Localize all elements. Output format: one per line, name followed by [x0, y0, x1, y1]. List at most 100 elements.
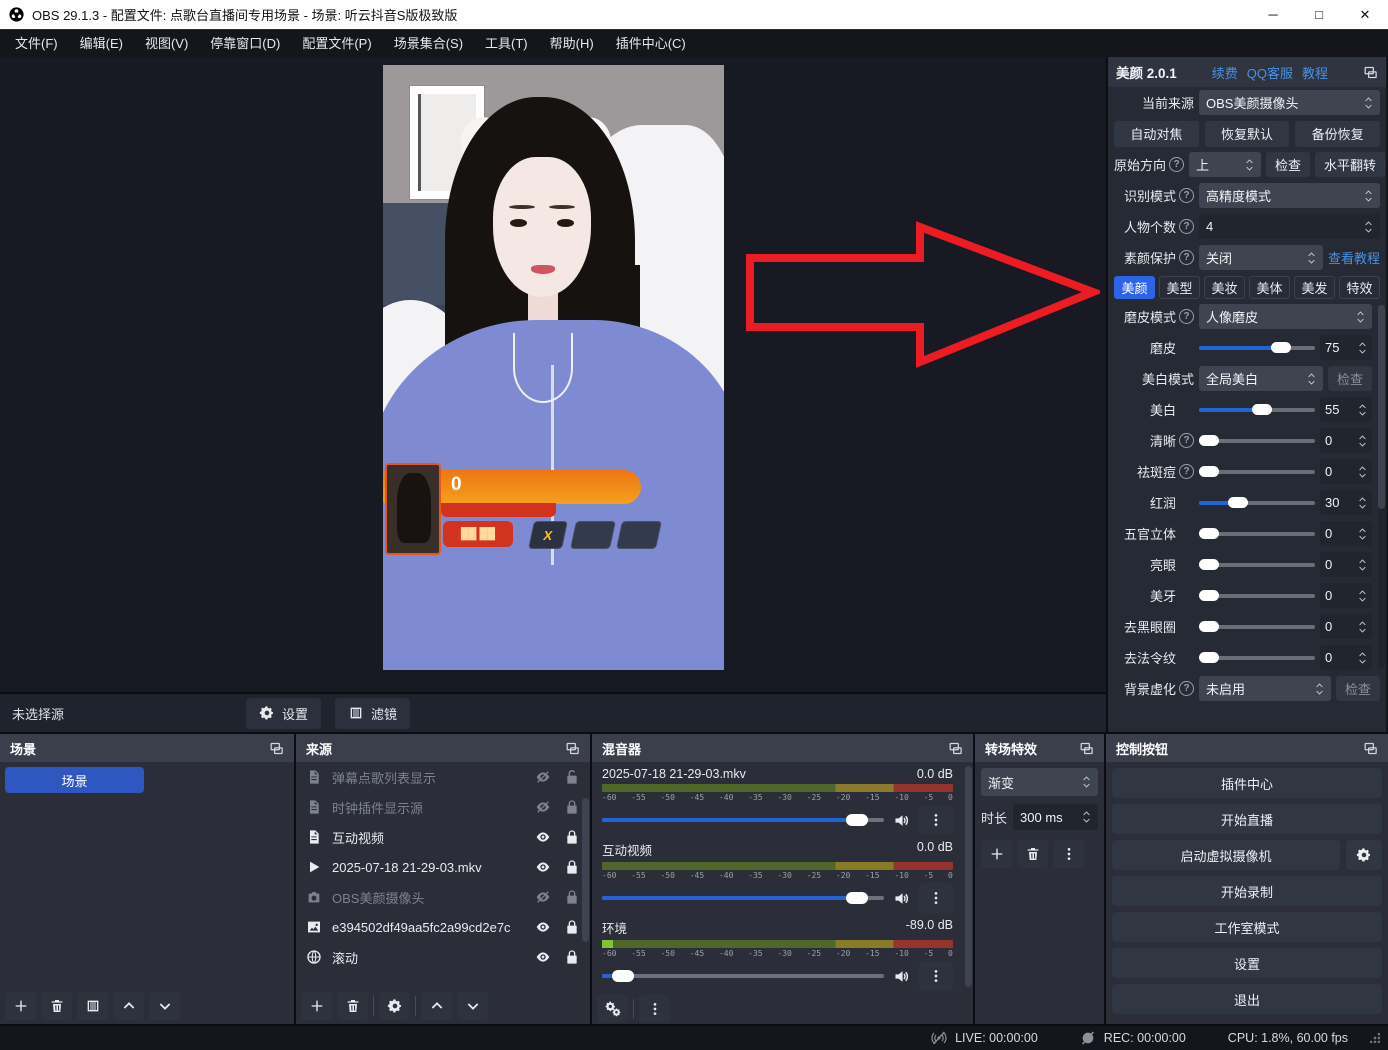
help-icon[interactable]: ?	[1179, 250, 1194, 265]
minimize-button[interactable]: ─	[1250, 0, 1296, 29]
slider-value[interactable]: 55	[1320, 397, 1372, 422]
rosy-slider[interactable]	[1199, 501, 1315, 505]
popout-icon[interactable]	[1363, 741, 1378, 756]
smooth-mode-dropdown[interactable]: 人像磨皮	[1199, 304, 1372, 329]
scene-list-item[interactable]: 场景	[5, 767, 144, 793]
maximize-button[interactable]: □	[1296, 0, 1342, 29]
bokeh-dropdown[interactable]: 未启用	[1199, 676, 1331, 701]
duration-spinbox[interactable]: 300 ms	[1013, 804, 1098, 830]
eye-icon[interactable]	[535, 919, 551, 935]
volume-slider[interactable]	[602, 818, 884, 822]
eye-icon[interactable]	[535, 949, 551, 965]
slider-value[interactable]: 0	[1320, 521, 1372, 546]
popout-icon[interactable]	[1079, 741, 1094, 756]
tab-makeup[interactable]: 美妆	[1204, 276, 1245, 299]
lock-icon[interactable]	[564, 829, 580, 845]
slider-value[interactable]: 30	[1320, 490, 1372, 515]
tab-reshape[interactable]: 美型	[1159, 276, 1200, 299]
slider-value[interactable]: 0	[1320, 428, 1372, 453]
beauty-scrollbar[interactable]	[1378, 305, 1385, 669]
clarity-slider[interactable]	[1199, 439, 1315, 443]
source-filters-button[interactable]: 滤镜	[335, 698, 410, 729]
slider-value[interactable]: 0	[1320, 552, 1372, 577]
slider-value[interactable]: 0	[1320, 614, 1372, 639]
help-icon[interactable]: ?	[1179, 681, 1194, 696]
tab-hair[interactable]: 美发	[1294, 276, 1335, 299]
add-source-button[interactable]	[301, 992, 332, 1020]
start-recording-button[interactable]: 开始录制	[1112, 876, 1382, 906]
scene-up-button[interactable]	[113, 992, 144, 1020]
menu-scene-collection[interactable]: 场景集合(S)	[383, 30, 474, 57]
lock-icon[interactable]	[564, 889, 580, 905]
slider-value[interactable]: 0	[1320, 459, 1372, 484]
bokeh-check-button[interactable]: 检查	[1336, 676, 1380, 701]
eye-slash-icon[interactable]	[535, 769, 551, 785]
lock-icon[interactable]	[564, 799, 580, 815]
scene-down-button[interactable]	[149, 992, 180, 1020]
slider-value[interactable]: 0	[1320, 583, 1372, 608]
remove-source-button[interactable]	[337, 992, 368, 1020]
speaker-icon[interactable]	[893, 890, 910, 907]
dark-circle-slider[interactable]	[1199, 625, 1315, 629]
menu-help[interactable]: 帮助(H)	[539, 30, 605, 57]
eye-slash-icon[interactable]	[535, 799, 551, 815]
source-up-button[interactable]	[421, 992, 452, 1020]
current-source-dropdown[interactable]: OBS美颜摄像头	[1199, 90, 1380, 115]
view-tutorial-link[interactable]: 查看教程	[1328, 248, 1380, 267]
source-row[interactable]: 互动视频	[296, 822, 590, 852]
orientation-check-button[interactable]: 检查	[1266, 152, 1310, 177]
whiten-mode-dropdown[interactable]: 全局美白	[1199, 366, 1323, 391]
transition-menu-button[interactable]	[1053, 840, 1084, 868]
help-icon[interactable]: ?	[1179, 464, 1194, 479]
horizontal-flip-button[interactable]: 水平翻转	[1315, 152, 1385, 177]
popout-icon[interactable]	[1363, 65, 1378, 80]
menu-docks[interactable]: 停靠窗口(D)	[199, 30, 291, 57]
start-virtual-camera-button[interactable]: 启动虚拟摄像机	[1112, 840, 1340, 870]
preview-canvas[interactable]: 0 ██ ██ X	[0, 57, 1106, 692]
blemish-slider[interactable]	[1199, 470, 1315, 474]
close-button[interactable]: ✕	[1342, 0, 1388, 29]
smooth-slider[interactable]	[1199, 346, 1315, 350]
source-properties-button[interactable]	[379, 992, 410, 1020]
help-icon[interactable]: ?	[1179, 219, 1194, 234]
source-row[interactable]: 2025-07-18 21-29-03.mkv	[296, 852, 590, 882]
resize-grip[interactable]	[1370, 1033, 1380, 1043]
makeup-protect-dropdown[interactable]: 关闭	[1199, 245, 1323, 270]
restore-default-button[interactable]: 恢复默认	[1205, 121, 1290, 147]
help-icon[interactable]: ?	[1169, 157, 1184, 172]
source-down-button[interactable]	[457, 992, 488, 1020]
tab-body[interactable]: 美体	[1249, 276, 1290, 299]
eye-icon[interactable]	[535, 829, 551, 845]
contour-slider[interactable]	[1199, 532, 1315, 536]
recognition-mode-dropdown[interactable]: 高精度模式	[1199, 183, 1380, 208]
menu-view[interactable]: 视图(V)	[134, 30, 199, 57]
nasolabial-slider[interactable]	[1199, 656, 1315, 660]
help-icon[interactable]: ?	[1179, 188, 1194, 203]
person-count-spinbox[interactable]: 4	[1199, 214, 1380, 239]
popout-icon[interactable]	[948, 741, 963, 756]
popout-icon[interactable]	[565, 741, 580, 756]
advanced-audio-button[interactable]	[597, 995, 628, 1023]
help-icon[interactable]: ?	[1179, 309, 1194, 324]
backup-restore-button[interactable]: 备份恢复	[1295, 121, 1380, 147]
channel-menu-button[interactable]	[919, 961, 953, 991]
qq-support-link[interactable]: QQ客服	[1247, 63, 1293, 82]
mixer-menu-button[interactable]	[639, 995, 670, 1023]
volume-slider[interactable]	[602, 974, 884, 978]
speaker-icon[interactable]	[893, 968, 910, 985]
tutorial-link[interactable]: 教程	[1302, 63, 1328, 82]
virtual-camera-settings-button[interactable]	[1346, 840, 1382, 870]
menu-file[interactable]: 文件(F)	[4, 30, 69, 57]
popout-icon[interactable]	[269, 741, 284, 756]
remove-scene-button[interactable]	[41, 992, 72, 1020]
source-row[interactable]: 滚动	[296, 942, 590, 972]
autofocus-button[interactable]: 自动对焦	[1114, 121, 1199, 147]
slider-value[interactable]: 0	[1320, 645, 1372, 670]
menu-plugin-center[interactable]: 插件中心(C)	[605, 30, 697, 57]
source-row[interactable]: 时钟插件显示源	[296, 792, 590, 822]
volume-slider[interactable]	[602, 896, 884, 900]
studio-mode-button[interactable]: 工作室模式	[1112, 912, 1382, 942]
lock-icon[interactable]	[564, 919, 580, 935]
channel-menu-button[interactable]	[919, 883, 953, 913]
teeth-slider[interactable]	[1199, 594, 1315, 598]
